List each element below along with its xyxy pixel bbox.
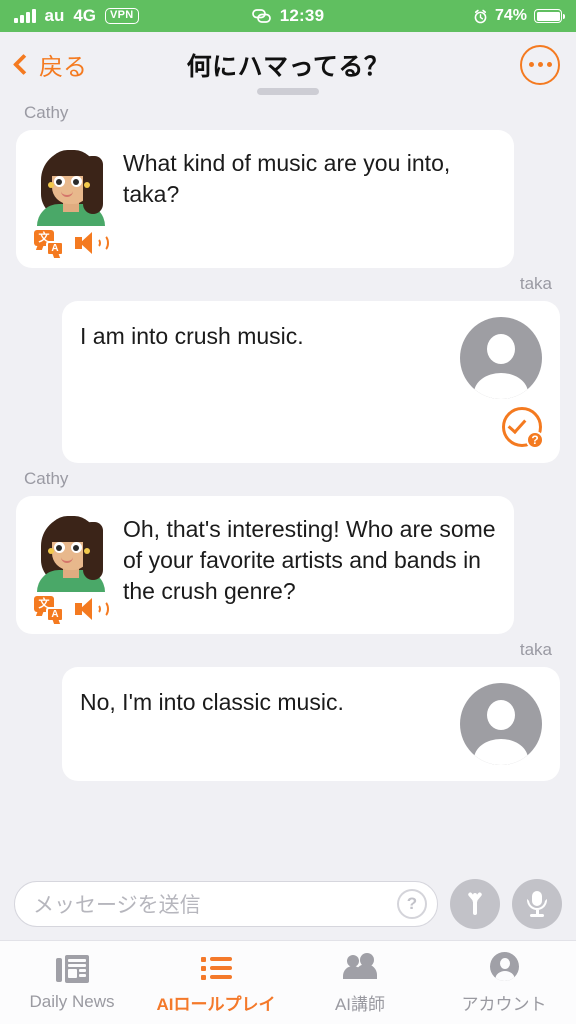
speaker-icon[interactable] bbox=[75, 596, 109, 622]
message-text: I am into crush music. bbox=[80, 323, 304, 349]
avatar bbox=[460, 317, 542, 399]
chat-scroll-area[interactable]: Cathy 文 A What kind of music are you int… bbox=[0, 97, 576, 868]
message-text: No, I'm into classic music. bbox=[80, 689, 344, 715]
app-header: 戻る 何にハマってる？ bbox=[0, 32, 576, 97]
status-bar-left: au 4G VPN bbox=[14, 6, 139, 26]
avatar bbox=[460, 683, 542, 765]
bottom-tab-bar: Daily News AIロールプレイ AI講師 アカウント bbox=[0, 940, 576, 1024]
status-bar-right: 74% bbox=[473, 7, 565, 25]
alarm-clock-icon bbox=[474, 9, 487, 23]
message-sender-name: taka bbox=[519, 274, 552, 293]
microphone-icon bbox=[526, 891, 548, 917]
tab-label: AIロールプレイ bbox=[156, 994, 276, 1014]
question-mark-icon[interactable]: ? bbox=[397, 889, 427, 919]
user-message-body: No, I'm into classic music. bbox=[80, 683, 542, 765]
message-sender-name: Cathy bbox=[24, 103, 69, 122]
check-question-icon[interactable]: ? bbox=[502, 407, 544, 449]
message-bubble-user[interactable]: No, I'm into classic music. bbox=[62, 667, 560, 781]
battery-icon bbox=[534, 9, 565, 23]
chevron-left-icon bbox=[12, 53, 35, 76]
speaker-icon[interactable] bbox=[75, 230, 109, 256]
message-actions: 文 A bbox=[34, 596, 109, 622]
tab-ai-teacher[interactable]: AI講師 bbox=[288, 941, 432, 1024]
scroll-grabber[interactable] bbox=[257, 88, 319, 95]
message-sender-name: Cathy bbox=[24, 469, 69, 488]
assistant-avatar-column: 文 A bbox=[34, 512, 109, 622]
translate-icon[interactable]: 文 A bbox=[34, 230, 64, 256]
assistant-avatar-column: 文 A bbox=[34, 146, 109, 256]
back-button-label: 戻る bbox=[39, 54, 87, 81]
back-button[interactable]: 戻る bbox=[12, 47, 87, 82]
people-icon bbox=[343, 951, 377, 983]
translate-icon[interactable]: 文 A bbox=[34, 596, 64, 622]
account-circle-icon bbox=[487, 951, 521, 983]
tab-account[interactable]: アカウント bbox=[432, 941, 576, 1024]
list-icon bbox=[199, 951, 233, 983]
message-bubble-assistant[interactable]: 文 A Oh, that's interesting! Who are some… bbox=[16, 496, 514, 634]
phone-screen: au 4G VPN 12:39 74% 戻る 何にハマってる？ Cathy 文 … bbox=[0, 0, 576, 1024]
message-sender-name: taka bbox=[519, 640, 552, 659]
tab-label: AI講師 bbox=[334, 994, 386, 1014]
message-input-placeholder: メッセージを送信 bbox=[33, 894, 201, 917]
newspaper-icon bbox=[55, 953, 89, 985]
avatar bbox=[35, 512, 107, 592]
battery-percent-label: 74% bbox=[494, 7, 527, 24]
arrow-up-icon bbox=[473, 893, 477, 915]
avatar bbox=[35, 146, 107, 226]
ellipsis-icon bbox=[528, 62, 534, 67]
tab-label: アカウント bbox=[461, 994, 547, 1014]
microphone-button[interactable] bbox=[512, 879, 562, 929]
message-bubble-assistant[interactable]: 文 A What kind of music are you into, tak… bbox=[16, 130, 514, 268]
clock-label: 12:39 bbox=[279, 6, 325, 25]
message-input-bar: メッセージを送信 ? bbox=[0, 868, 576, 940]
message-bubble-user[interactable]: I am into crush music. ? bbox=[62, 301, 560, 463]
send-button[interactable] bbox=[450, 879, 500, 929]
more-options-button[interactable] bbox=[520, 44, 560, 85]
tab-label: Daily News bbox=[29, 992, 115, 1011]
network-type-label: 4G bbox=[73, 6, 97, 25]
message-input-field[interactable]: メッセージを送信 ? bbox=[14, 881, 438, 927]
vpn-badge: VPN bbox=[105, 8, 139, 24]
tab-daily-news[interactable]: Daily News bbox=[0, 941, 144, 1024]
message-text: Oh, that's interesting! Who are some of … bbox=[123, 516, 496, 605]
carrier-label: au bbox=[44, 6, 65, 25]
message-text: What kind of music are you into, taka? bbox=[123, 150, 451, 208]
user-message-body: I am into crush music. ? bbox=[80, 317, 544, 449]
signal-bars-icon bbox=[14, 9, 36, 23]
tab-ai-roleplay[interactable]: AIロールプレイ bbox=[144, 941, 288, 1024]
chain-link-icon bbox=[251, 9, 271, 23]
status-bar: au 4G VPN 12:39 74% bbox=[0, 0, 576, 32]
message-actions: 文 A bbox=[34, 230, 109, 256]
